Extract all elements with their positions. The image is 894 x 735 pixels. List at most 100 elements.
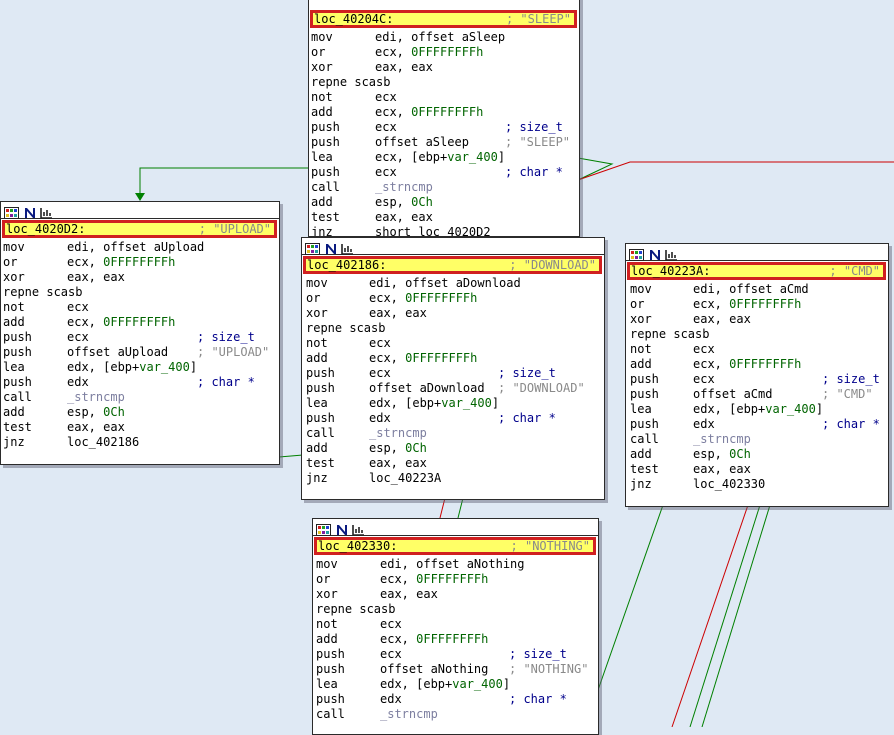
asm-line[interactable]: push offset aDownload ; "DOWNLOAD" [302,381,604,396]
asm-line[interactable]: xor eax, eax [313,587,598,602]
asm-line[interactable]: or ecx, 0FFFFFFFFh [1,255,279,270]
asm-line[interactable]: lea edx, [ebp+var_400] [626,402,888,417]
asm-operands: ecx, 0FFFFFFFFh [380,632,489,646]
asm-line[interactable]: push edx ; char * [1,375,279,390]
asm-line[interactable]: jnz short loc_4020D2 [309,225,579,236]
asm-line[interactable]: repne scasb [302,321,604,336]
asm-line[interactable]: or ecx, 0FFFFFFFFh [313,572,598,587]
asm-line[interactable]: add ecx, 0FFFFFFFFh [313,632,598,647]
asm-line[interactable]: xor eax, eax [626,312,888,327]
palette-icon[interactable] [316,521,331,536]
asm-line[interactable]: call _strncmp [313,707,598,722]
asm-mnemonic: add [630,357,652,371]
n-icon[interactable] [324,240,339,254]
asm-line[interactable]: jnz loc_402330 [626,477,888,492]
asm-line[interactable]: mov edi, offset aDownload [302,276,604,291]
block-label-sleep[interactable]: loc_40204C: ; "SLEEP" [310,10,577,28]
asm-line[interactable]: not ecx [626,342,888,357]
asm-line[interactable]: call _strncmp [626,432,888,447]
asm-line[interactable]: test eax, eax [309,210,579,225]
asm-line[interactable]: xor eax, eax [302,306,604,321]
asm-line[interactable]: repne scasb [626,327,888,342]
code-block-cmd[interactable]: loc_40223A: ; "CMD" mov edi, offset aCmd o… [625,243,889,507]
asm-line[interactable]: push edx ; char * [626,417,888,432]
asm-line[interactable]: add esp, 0Ch [1,405,279,420]
label-comment: ; "SLEEP" [505,12,571,26]
asm-line[interactable]: or ecx, 0FFFFFFFFh [309,45,579,60]
palette-icon[interactable] [4,204,19,219]
asm-line[interactable]: not ecx [302,336,604,351]
asm-line[interactable]: test eax, eax [302,456,604,471]
asm-line[interactable]: test eax, eax [1,420,279,435]
asm-line[interactable]: test eax, eax [626,462,888,477]
graph-icon[interactable] [340,240,355,255]
graph-icon[interactable] [351,521,366,536]
block-label-cmd[interactable]: loc_40223A: ; "CMD" [627,262,886,280]
asm-line[interactable]: add esp, 0Ch [626,447,888,462]
asm-operands: ecx, 0FFFFFFFFh [375,105,484,119]
edge-green-sleep-right [577,157,614,181]
asm-line[interactable]: or ecx, 0FFFFFFFFh [302,291,604,306]
n-icon[interactable] [23,204,38,218]
asm-line[interactable]: add ecx, 0FFFFFFFFh [1,315,279,330]
asm-line[interactable]: repne scasb [309,75,579,90]
code-block-nothing[interactable]: loc_402330: ; "NOTHING" mov edi, offset a… [312,518,599,735]
asm-line[interactable]: push ecx ; size_t [313,647,598,662]
asm-comment: ; size_t [822,372,880,386]
asm-line[interactable]: push ecx ; size_t [626,372,888,387]
asm-line[interactable]: push ecx ; size_t [1,330,279,345]
palette-icon[interactable] [629,246,644,261]
asm-line[interactable]: or ecx, 0FFFFFFFFh [626,297,888,312]
graph-icon[interactable] [664,246,679,261]
asm-line[interactable]: add ecx, 0FFFFFFFFh [309,105,579,120]
asm-line[interactable]: lea edx, [ebp+var_400] [313,677,598,692]
asm-line[interactable]: mov edi, offset aNothing [313,557,598,572]
asm-line[interactable]: push edx ; char * [313,692,598,707]
asm-line[interactable]: lea edx, [ebp+var_400] [302,396,604,411]
asm-line[interactable]: push offset aNothing ; "NOTHING" [313,662,598,677]
asm-line[interactable]: xor eax, eax [1,270,279,285]
asm-line[interactable]: xor eax, eax [309,60,579,75]
n-icon[interactable] [335,521,350,535]
asm-line[interactable]: add esp, 0Ch [302,441,604,456]
asm-line[interactable]: push edx ; char * [302,411,604,426]
asm-line[interactable]: push offset aSleep ; "SLEEP" [309,135,579,150]
asm-operands: edi, offset aDownload [369,276,521,290]
asm-line[interactable]: push ecx ; size_t [309,120,579,135]
asm-mnemonic: not [316,617,338,631]
code-block-download[interactable]: loc_402186: ; "DOWNLOAD" mov edi, offset … [301,237,605,500]
asm-line[interactable]: mov edi, offset aSleep [309,30,579,45]
asm-line[interactable]: mov edi, offset aCmd [626,282,888,297]
asm-line[interactable]: add esp, 0Ch [309,195,579,210]
code-block-sleep[interactable]: loc_40204C: ; "SLEEP" mov edi, offset aSl… [308,0,580,237]
block-label-download[interactable]: loc_402186: ; "DOWNLOAD" [303,256,602,274]
block-label-upload[interactable]: loc_4020D2: ; "UPLOAD" [2,220,277,238]
asm-line[interactable]: push offset aCmd ; "CMD" [626,387,888,402]
asm-operands: eax, eax [693,462,751,476]
asm-operands: ecx [375,165,397,179]
asm-line[interactable]: not ecx [313,617,598,632]
asm-line[interactable]: add ecx, 0FFFFFFFFh [302,351,604,366]
palette-icon[interactable] [305,240,320,255]
asm-line[interactable]: not ecx [1,300,279,315]
asm-mnemonic: call [306,426,335,440]
asm-line[interactable]: jnz loc_402186 [1,435,279,450]
asm-line[interactable]: call _strncmp [302,426,604,441]
asm-line[interactable]: add ecx, 0FFFFFFFFh [626,357,888,372]
code-block-upload[interactable]: loc_4020D2: ; "UPLOAD" mov edi, offset aU… [0,201,280,465]
asm-line[interactable]: push ecx ; char * [309,165,579,180]
asm-line[interactable]: push ecx ; size_t [302,366,604,381]
asm-line[interactable]: repne scasb [1,285,279,300]
asm-line[interactable]: call _strncmp [309,180,579,195]
asm-line[interactable]: push offset aUpload ; "UPLOAD" [1,345,279,360]
asm-line[interactable]: not ecx [309,90,579,105]
asm-line[interactable]: jnz loc_40223A [302,471,604,486]
asm-line[interactable]: call _strncmp [1,390,279,405]
block-label-nothing[interactable]: loc_402330: ; "NOTHING" [314,537,596,555]
asm-line[interactable]: lea edx, [ebp+var_400] [1,360,279,375]
asm-line[interactable]: mov edi, offset aUpload [1,240,279,255]
asm-line[interactable]: lea ecx, [ebp+var_400] [309,150,579,165]
graph-icon[interactable] [39,204,54,219]
n-icon[interactable] [648,246,663,260]
asm-line[interactable]: repne scasb [313,602,598,617]
